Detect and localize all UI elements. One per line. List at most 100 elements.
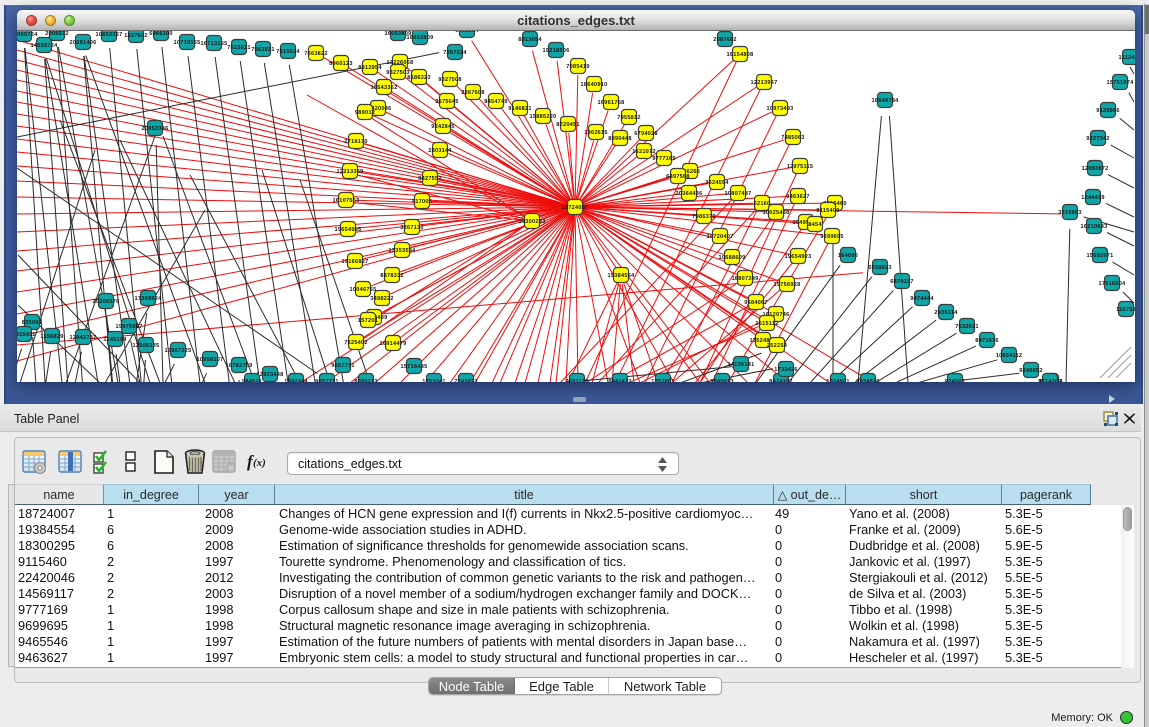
- svg-text:12505135: 12505135: [133, 343, 160, 349]
- svg-text:3675645: 3675645: [435, 99, 459, 105]
- svg-text:19384554: 19384554: [608, 273, 636, 279]
- svg-text:19218506: 19218506: [543, 48, 570, 54]
- svg-text:8471676: 8471676: [975, 338, 999, 344]
- svg-text:7485063: 7485063: [781, 135, 805, 141]
- svg-text:15720407: 15720407: [707, 234, 734, 240]
- svg-text:16648784: 16648784: [872, 98, 900, 104]
- svg-text:1156829: 1156829: [40, 334, 63, 340]
- svg-text:1092344: 1092344: [284, 379, 308, 382]
- svg-text:1257801: 1257801: [651, 379, 675, 382]
- svg-text:7515521: 7515521: [227, 45, 251, 51]
- svg-text:8990448: 8990448: [608, 136, 632, 142]
- svg-text:10688609: 10688609: [719, 255, 746, 261]
- svg-text:2935114: 2935114: [934, 310, 958, 316]
- svg-text:3498222: 3498222: [370, 296, 394, 302]
- svg-text:1527602: 1527602: [124, 33, 148, 39]
- svg-text:12213369: 12213369: [337, 169, 364, 175]
- svg-text:19654985: 19654985: [335, 227, 362, 233]
- svg-text:9227342: 9227342: [1086, 136, 1110, 142]
- svg-text:2087682: 2087682: [713, 37, 737, 43]
- svg-text:20053346: 20053346: [142, 126, 169, 132]
- svg-text:7986372: 7986372: [692, 214, 716, 220]
- svg-text:8454: 8454: [808, 222, 822, 228]
- svg-text:17016504: 17016504: [1099, 281, 1127, 287]
- svg-text:8841472: 8841472: [608, 379, 632, 382]
- svg-text:16782759: 16782759: [226, 363, 253, 369]
- svg-text:16154808: 16154808: [727, 52, 754, 58]
- svg-text:7663822: 7663822: [304, 51, 328, 57]
- svg-text:164095: 164095: [838, 253, 858, 259]
- svg-text:6497568: 6497568: [666, 174, 690, 180]
- svg-text:2718170: 2718170: [344, 139, 368, 145]
- svg-text:7955812: 7955812: [617, 115, 641, 121]
- svg-text:1145194: 1145194: [103, 337, 127, 343]
- svg-text:989012: 989012: [355, 110, 375, 116]
- svg-text:3624554: 3624554: [705, 180, 729, 186]
- svg-text:10719155: 10719155: [174, 40, 201, 46]
- svg-text:16210643: 16210643: [1081, 224, 1108, 230]
- svg-text:16053809: 16053809: [407, 35, 434, 41]
- svg-text:18724007: 18724007: [562, 205, 589, 211]
- svg-text:14055724: 14055724: [31, 43, 59, 49]
- svg-text:9129966: 9129966: [1096, 108, 1120, 114]
- svg-text:8454749: 8454749: [484, 99, 508, 105]
- svg-text:8427552: 8427552: [418, 176, 442, 182]
- svg-text:15885220: 15885220: [530, 114, 557, 120]
- svg-text:12213967: 12213967: [751, 80, 778, 86]
- svg-text:62160: 62160: [754, 201, 771, 207]
- svg-text:10654112: 10654112: [996, 353, 1023, 359]
- svg-text:1362615: 1362615: [584, 130, 608, 136]
- svg-text:9714203: 9714203: [1038, 379, 1062, 382]
- svg-text:9777169: 9777169: [652, 156, 676, 162]
- svg-text:9684067: 9684067: [744, 300, 768, 306]
- svg-text:18807249: 18807249: [732, 276, 759, 282]
- svg-text:13353594: 13353594: [389, 248, 417, 254]
- svg-text:5938923: 5938923: [868, 265, 892, 271]
- svg-text:9245652: 9245652: [1019, 368, 1043, 374]
- svg-text:16961758: 16961758: [598, 100, 625, 106]
- svg-text:7632621: 7632621: [955, 324, 979, 330]
- svg-text:8220451: 8220451: [556, 122, 580, 128]
- svg-text:6966100: 6966100: [149, 31, 173, 37]
- svg-text:8813054: 8813054: [518, 37, 542, 43]
- svg-text:8912954: 8912954: [358, 65, 382, 71]
- svg-text:15751074: 15751074: [1107, 80, 1135, 86]
- svg-text:2803144: 2803144: [428, 148, 452, 154]
- svg-text:9146821: 9146821: [508, 106, 532, 112]
- svg-text:7515524: 7515524: [276, 49, 300, 55]
- svg-text:10653267: 10653267: [96, 32, 123, 38]
- svg-text:1244419: 1244419: [1081, 195, 1105, 201]
- svg-text:1024501: 1024501: [826, 379, 850, 382]
- svg-text:20206576: 20206576: [93, 299, 120, 305]
- svg-text:116753: 116753: [1116, 307, 1135, 313]
- svg-text:8960123: 8960123: [329, 61, 353, 67]
- svg-text:8878332: 8878332: [380, 273, 404, 279]
- svg-text:3915411: 3915411: [17, 332, 36, 338]
- svg-text:18640910: 18640910: [581, 82, 608, 88]
- svg-text:7085419: 7085419: [566, 64, 590, 70]
- svg-text:7357224: 7357224: [443, 50, 467, 56]
- svg-text:20364436: 20364436: [676, 191, 703, 197]
- svg-text:835061: 835061: [22, 320, 42, 326]
- svg-text:8186323: 8186323: [407, 75, 431, 81]
- svg-text:417006: 417006: [412, 199, 432, 205]
- svg-text:6794028: 6794028: [634, 131, 658, 137]
- svg-text:2005572: 2005572: [45, 31, 69, 37]
- svg-text:157201: 157201: [358, 318, 378, 324]
- svg-text:9031125: 9031125: [565, 379, 588, 382]
- svg-text:1733426: 1733426: [774, 367, 798, 373]
- svg-text:19300293: 19300293: [519, 219, 546, 225]
- svg-text:10958107: 10958107: [197, 357, 224, 363]
- svg-text:15692971: 15692971: [1087, 253, 1114, 259]
- svg-text:12923448: 12923448: [257, 372, 284, 378]
- svg-text:7663821: 7663821: [251, 47, 275, 53]
- svg-text:14136141: 14136141: [728, 362, 755, 368]
- svg-text:1615112: 1615112: [755, 321, 778, 327]
- svg-text:9327503: 9327503: [386, 70, 410, 76]
- svg-text:8095212: 8095212: [354, 379, 378, 382]
- svg-text:16107553: 16107553: [333, 198, 360, 204]
- svg-text:7741023: 7741023: [454, 379, 478, 382]
- svg-text:12942737: 12942737: [70, 335, 97, 341]
- svg-text:9657771: 9657771: [315, 379, 339, 382]
- svg-text:19166827: 19166827: [342, 259, 369, 265]
